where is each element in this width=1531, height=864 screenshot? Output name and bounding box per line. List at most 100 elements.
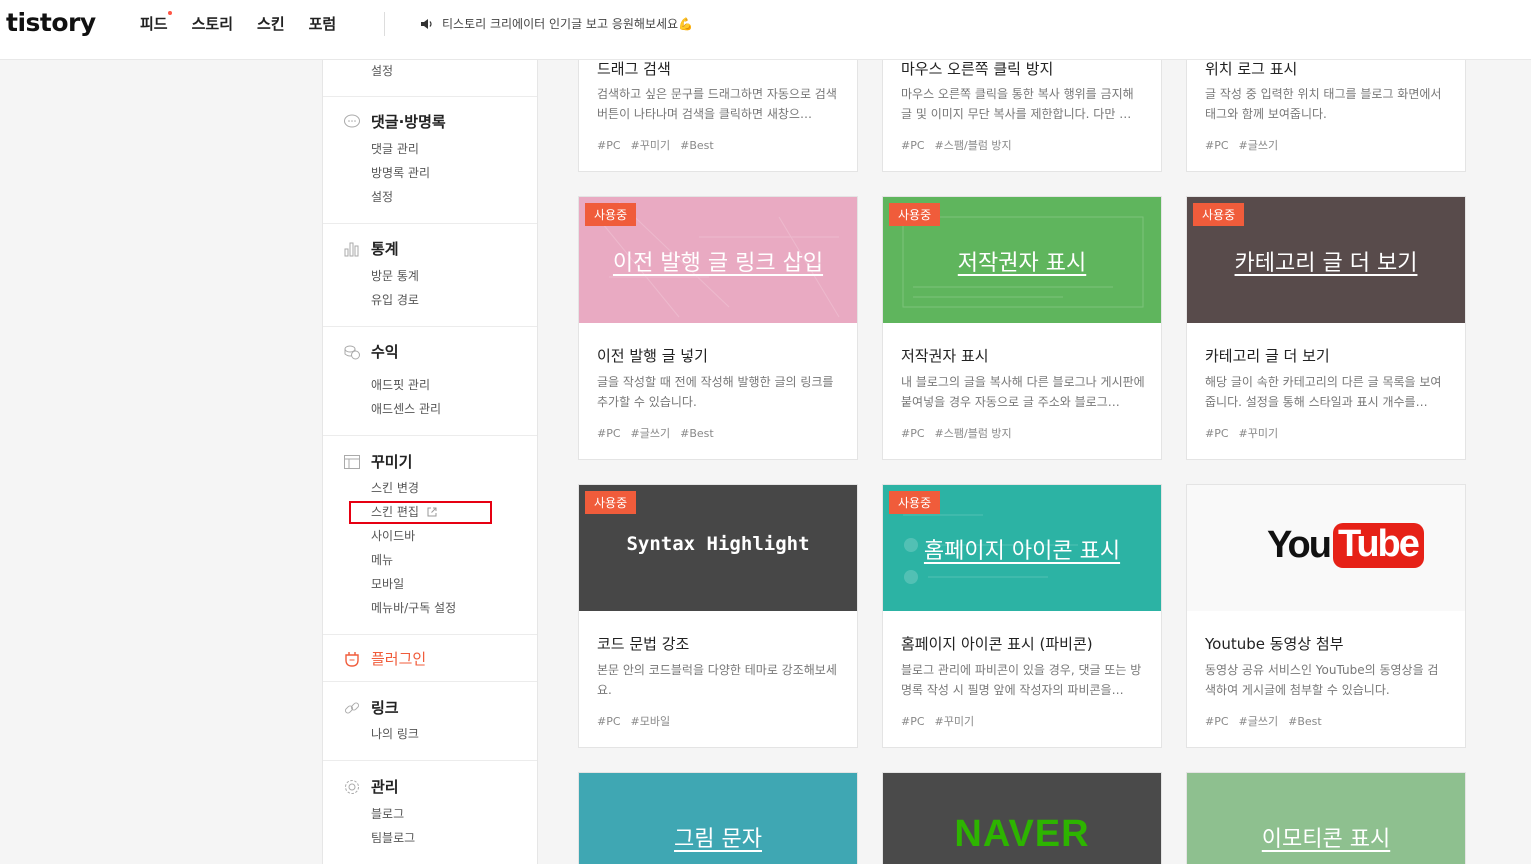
top-header: tistory 피드 스토리 스킨 포럼 티스토리 크리에이터 인기글 보고 응… (0, 0, 1531, 60)
card-thumbnail: NAVER (883, 773, 1161, 864)
card-tags: #PC #꾸미기 #Best (597, 137, 724, 153)
card-tags: #PC #모바일 (597, 713, 680, 729)
thumbnail-title: 이전 발행 글 링크 삽입 (612, 251, 824, 276)
in-use-badge: 사용중 (585, 203, 637, 226)
sidebar-head-comments[interactable]: 댓글·방명록 (343, 111, 446, 132)
sidebar-item-sidebar[interactable]: 사이드바 (371, 527, 415, 544)
nav-skin[interactable]: 스킨 (257, 13, 285, 34)
card-tag: #꾸미기 (934, 715, 975, 728)
naver-logo: NAVER (954, 813, 1090, 855)
card-tag: #PC (901, 715, 925, 728)
sidebar-item-referrer[interactable]: 유입 경로 (371, 291, 419, 308)
sidebar-head-plugin[interactable]: 플러그인 (343, 648, 426, 669)
nav-feed[interactable]: 피드 (140, 11, 172, 34)
card-tag: #글쓰기 (630, 427, 671, 440)
plugin-card-emoticon[interactable]: 이모티콘 표시 (1186, 772, 1466, 864)
sidebar-head-label: 수익 (371, 343, 399, 361)
sidebar-item-comment-manage[interactable]: 댓글 관리 (371, 140, 419, 157)
sidebar-head-link[interactable]: 링크 (343, 697, 399, 718)
card-desc: 내 블로그의 글을 복사해 다른 블로그나 게시판에 붙여넣을 경우 자동으로 … (901, 375, 1145, 409)
youtube-logo-you: You (1267, 524, 1332, 566)
sidebar-item-visit-stats[interactable]: 방문 통계 (371, 267, 419, 284)
sidebar-item-my-links[interactable]: 나의 링크 (371, 725, 419, 742)
sidebar-item-settings-prev[interactable]: 설정 (371, 62, 393, 79)
admin-sidebar: 설정 댓글·방명록 댓글 관리 방명록 관리 설정 통계 방문 통계 유입 경로… (322, 60, 538, 864)
sidebar-item-team-blog[interactable]: 팀블로그 (371, 829, 415, 846)
card-name: 코드 문법 강조 (597, 635, 690, 653)
card-tags: #PC #글쓰기 (1205, 137, 1288, 153)
card-tags: #PC #스팸/블럼 방지 (901, 425, 1022, 441)
card-desc: 검색하고 싶은 문구를 드래그하면 자동으로 검색 버튼이 나타나며 검색을 클… (597, 87, 837, 121)
sidebar-item-menubar-subscribe[interactable]: 메뉴바/구독 설정 (371, 599, 456, 616)
nav-feed-label: 피드 (140, 15, 168, 33)
header-divider (384, 12, 385, 36)
sidebar-item-mobile[interactable]: 모바일 (371, 575, 404, 592)
thumbnail-title: 저작권자 표시 (957, 251, 1087, 276)
card-tag: #PC (901, 427, 925, 440)
card-tag: #PC (597, 715, 621, 728)
nav-story[interactable]: 스토리 (192, 13, 233, 34)
plugin-card-favicon[interactable]: 홈페이지 아이콘 표시 사용중 홈페이지 아이콘 표시 (파비콘) 블로그 관리… (882, 484, 1162, 748)
plugin-card-picture-text[interactable]: 그림 문자 (578, 772, 858, 864)
sidebar-group-stats: 통계 방문 통계 유입 경로 (323, 224, 537, 327)
sidebar-group-admin: 관리 블로그 팀블로그 (323, 761, 537, 864)
card-desc: 마우스 오른쪽 클릭을 통한 복사 행위를 금지해 글 및 이미지 무단 복사를… (901, 87, 1134, 121)
card-thumbnail: You Tube (1187, 485, 1465, 611)
plugin-card-syntax-highlight[interactable]: Syntax Highlight 사용중 코드 문법 강조 본문 안의 코드블럭… (578, 484, 858, 748)
card-desc: 해당 글이 속한 카테고리의 다른 글 목록을 보여줍니다. 설정을 통해 스타… (1205, 375, 1442, 409)
plugin-card-prev-post[interactable]: 이전 발행 글 링크 삽입 사용중 이전 발행 글 넣기 글을 작성할 때 전에… (578, 196, 858, 460)
thumbnail-title: 이모티콘 표시 (1261, 827, 1391, 852)
nav-forum[interactable]: 포럼 (309, 13, 337, 34)
link-icon (344, 701, 360, 714)
thumbnail-title: 그림 문자 (674, 827, 762, 852)
notice-text: 티스토리 크리에이터 인기글 보고 응원해보세요💪 (442, 17, 694, 31)
sidebar-item-adsense[interactable]: 애드센스 관리 (371, 400, 441, 417)
card-tag: #PC (597, 139, 621, 152)
speech-bubble-icon (344, 114, 360, 127)
card-tag: #Best (1288, 715, 1322, 728)
card-tags: #PC #글쓰기 #Best (1205, 713, 1332, 729)
sidebar-head-stats[interactable]: 통계 (343, 238, 399, 259)
card-tag: #꾸미기 (630, 139, 671, 152)
card-name: 위치 로그 표시 (1205, 60, 1298, 78)
sidebar-head-design[interactable]: 꾸미기 (343, 451, 412, 472)
plugin-card-youtube[interactable]: You Tube Youtube 동영상 첨부 동영상 공유 서비스인 YouT… (1186, 484, 1466, 748)
card-thumbnail: 그림 문자 (579, 773, 857, 864)
sidebar-head-admin[interactable]: 관리 (343, 776, 399, 797)
sidebar-group-design: 꾸미기 스킨 변경 스킨 편집 사이드바 메뉴 모바일 메뉴바/구독 설정 (323, 436, 537, 635)
bar-chart-icon (344, 242, 359, 256)
tistory-logo[interactable]: tistory (6, 8, 96, 37)
card-thumbnail: 이전 발행 글 링크 삽입 사용중 (579, 197, 857, 323)
card-tag: #PC (1205, 427, 1229, 440)
card-name: 이전 발행 글 넣기 (597, 347, 708, 365)
card-tag: #모바일 (630, 715, 671, 728)
sidebar-item-skin-change[interactable]: 스킨 변경 (371, 479, 419, 496)
in-use-badge: 사용중 (585, 491, 637, 514)
sidebar-item-adfit[interactable]: 애드핏 관리 (371, 376, 430, 393)
card-tag: #글쓰기 (1238, 139, 1279, 152)
plugin-card-copyright[interactable]: 저작권자 표시 사용중 저작권자 표시 내 블로그의 글을 복사해 다른 블로그… (882, 196, 1162, 460)
card-name: 홈페이지 아이콘 표시 (파비콘) (901, 635, 1093, 653)
sidebar-item-blog[interactable]: 블로그 (371, 805, 404, 822)
card-name: 마우스 오른쪽 클릭 방지 (901, 60, 1054, 78)
sidebar-head-revenue[interactable]: 수익 (343, 341, 399, 362)
plugin-card-naver[interactable]: NAVER (882, 772, 1162, 864)
sidebar-item-guestbook-manage[interactable]: 방명록 관리 (371, 164, 430, 181)
thumbnail-title: Syntax Highlight (626, 533, 810, 555)
card-thumbnail: 홈페이지 아이콘 표시 사용중 (883, 485, 1161, 611)
sidebar-group-revenue: 수익 애드핏 관리 애드센스 관리 (323, 327, 537, 436)
sidebar-group-comments: 댓글·방명록 댓글 관리 방명록 관리 설정 (323, 97, 537, 224)
sidebar-head-label: 댓글·방명록 (371, 113, 446, 131)
card-tag: #PC (597, 427, 621, 440)
sidebar-item-menu[interactable]: 메뉴 (371, 551, 393, 568)
sidebar-item-comment-settings[interactable]: 설정 (371, 188, 393, 205)
sidebar-group-plugin: 플러그인 (323, 635, 537, 682)
card-tags: #PC #꾸미기 (901, 713, 984, 729)
card-tag: #글쓰기 (1238, 715, 1279, 728)
plugin-card-category-more[interactable]: 카테고리 글 더 보기 사용중 카테고리 글 더 보기 해당 글이 속한 카테고… (1186, 196, 1466, 460)
in-use-badge: 사용중 (889, 491, 941, 514)
notice-banner[interactable]: 티스토리 크리에이터 인기글 보고 응원해보세요💪 (420, 15, 693, 32)
global-nav: 피드 스토리 스킨 포럼 (140, 11, 360, 34)
sidebar-head-label: 링크 (371, 699, 399, 717)
sidebar-head-label: 꾸미기 (371, 453, 413, 471)
